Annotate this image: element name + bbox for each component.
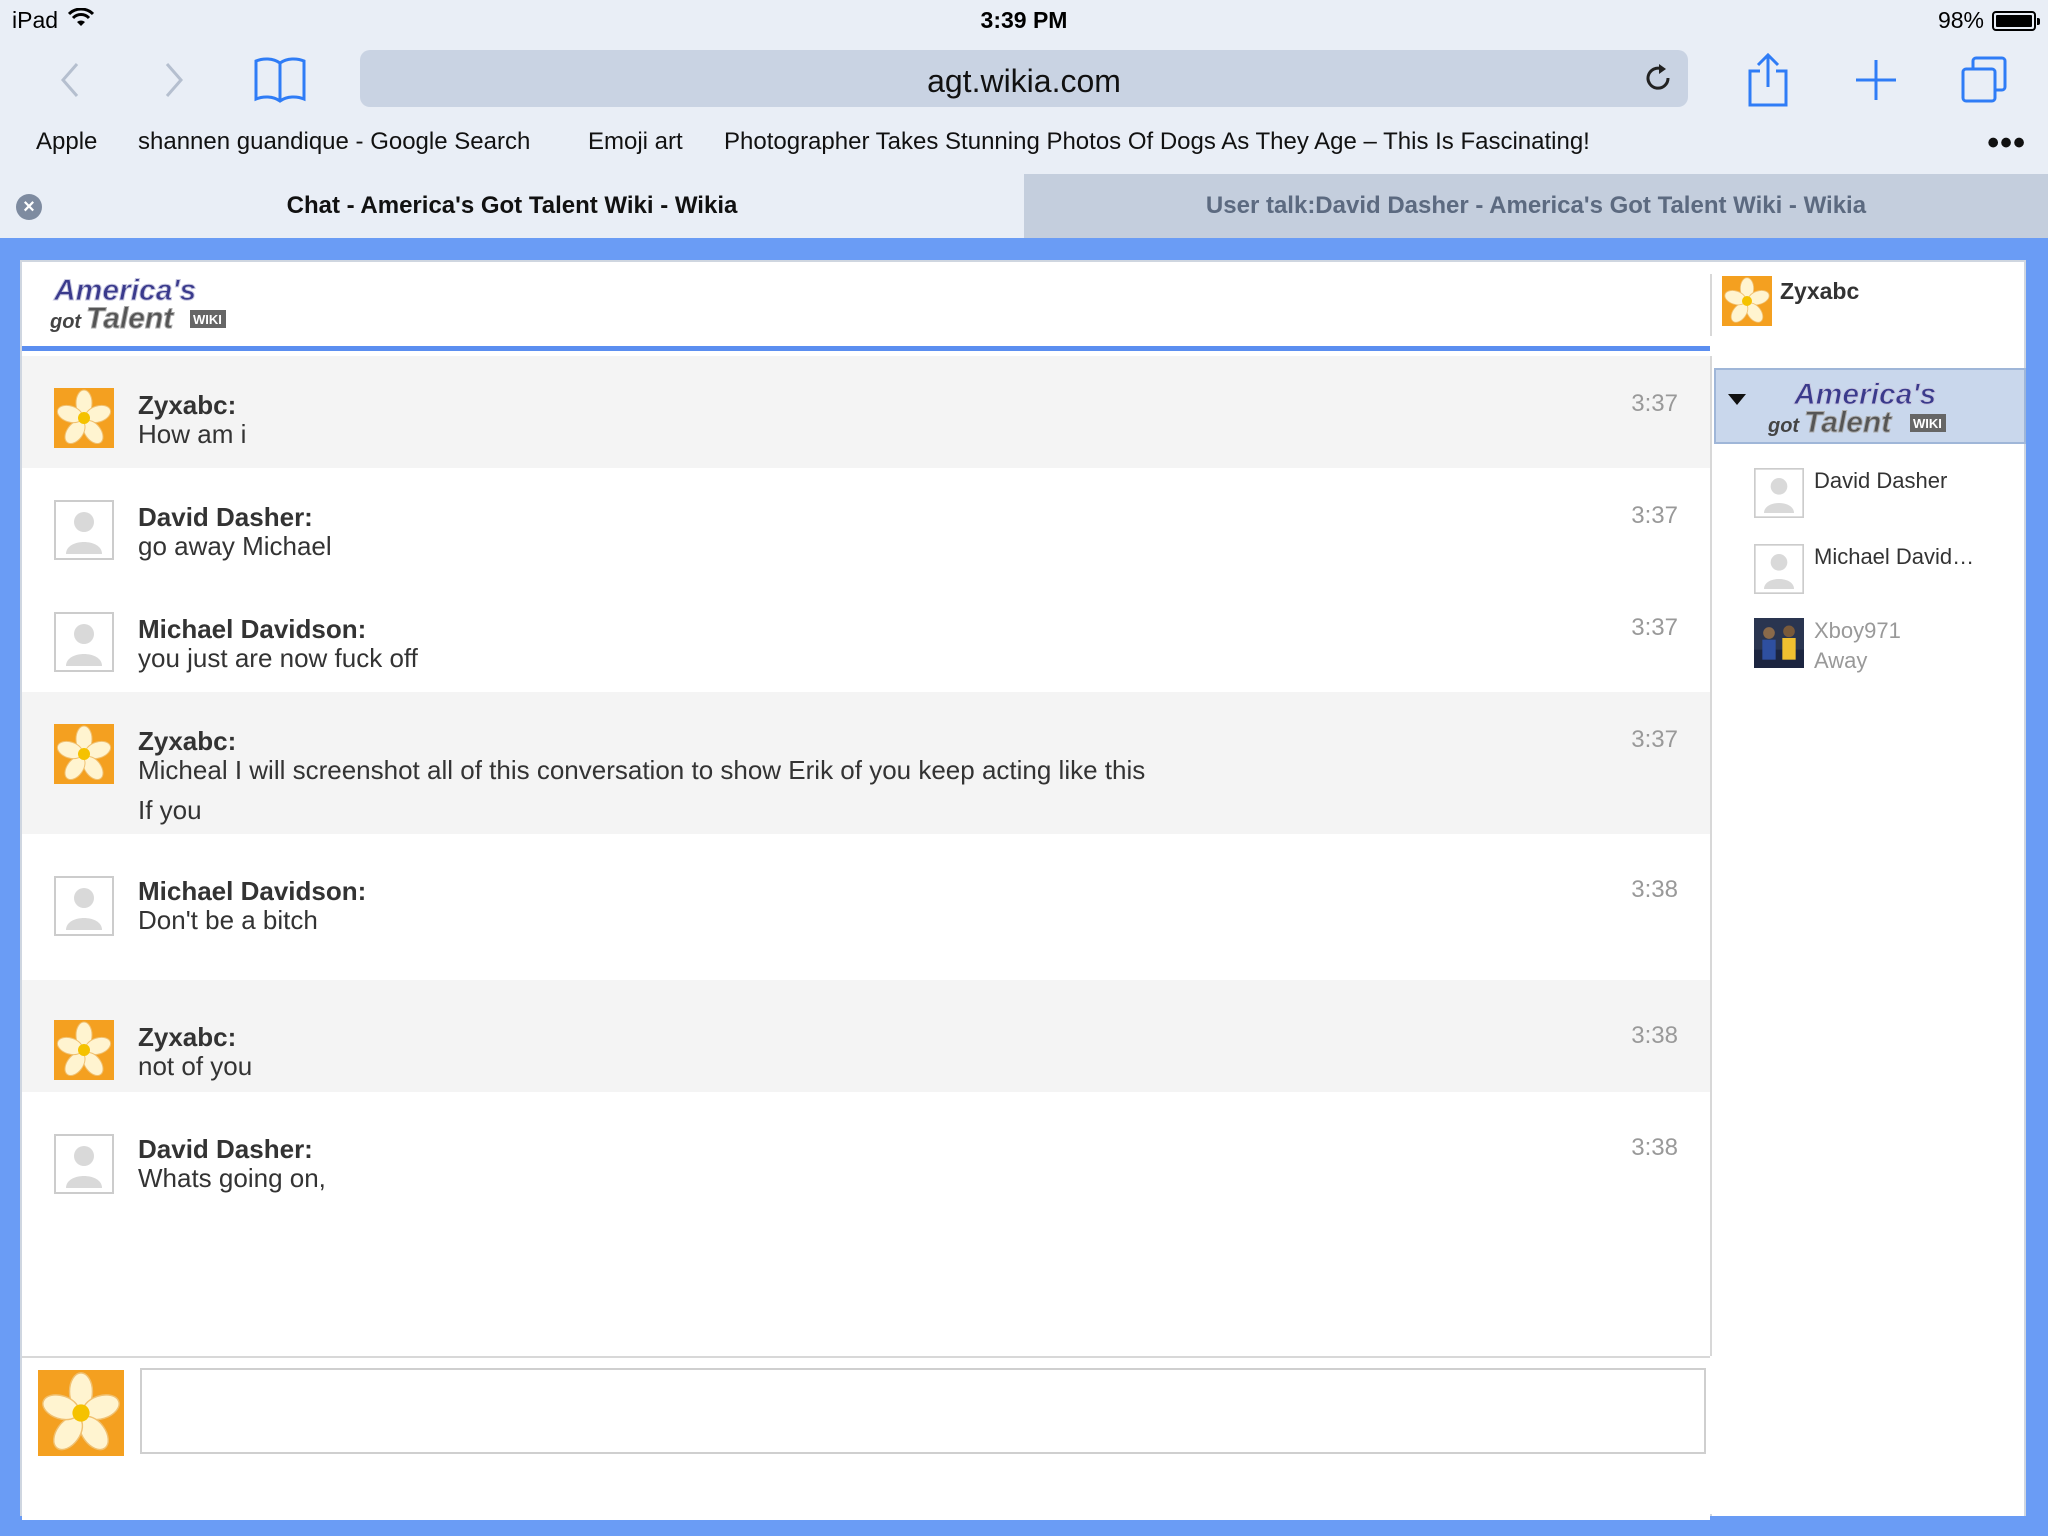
battery-percent: 98%	[1937, 7, 1984, 33]
room-header[interactable]: America's got Talent WIKI	[1714, 368, 2026, 444]
plus-icon	[1856, 60, 1896, 100]
message-text: Whats going on,	[138, 1163, 326, 1193]
chat-message: Zyxabc: How am i 3:37	[22, 356, 1710, 468]
message-time: 3:38	[1631, 876, 1678, 903]
bookmarks-bar: Apple shannen guandique - Google Search …	[0, 124, 2048, 168]
share-button[interactable]	[1738, 50, 1798, 110]
message-time: 3:37	[1631, 390, 1678, 417]
header-divider	[1710, 274, 1712, 336]
message-time: 3:37	[1631, 614, 1678, 641]
flower-avatar-icon	[38, 1370, 124, 1456]
book-icon	[254, 57, 306, 103]
message-composer	[22, 1356, 1710, 1520]
chat-message: Michael Davidson: Don't be a bitch 3:38	[22, 834, 1710, 980]
message-text: Don't be a bitch	[138, 905, 318, 935]
battery-icon	[1992, 10, 2040, 31]
chat-message: David Dasher: Whats going on, 3:38	[22, 1092, 1710, 1212]
chat-message: Michael Davidson: you just are now fuck …	[22, 580, 1710, 692]
new-tab-button[interactable]	[1846, 50, 1906, 110]
chevron-right-icon	[165, 63, 183, 97]
message-text: How am i	[138, 419, 247, 449]
photo-avatar-icon	[1754, 618, 1804, 668]
close-tab-icon[interactable]: ×	[16, 194, 42, 220]
address-bar[interactable]: agt.wikia.com	[360, 50, 1688, 107]
default-avatar-icon[interactable]	[54, 500, 114, 560]
user-name: Michael David…	[1814, 544, 1975, 569]
message-time: 3:37	[1631, 726, 1678, 753]
flower-avatar-icon[interactable]	[54, 724, 114, 784]
default-avatar-icon	[1754, 468, 1804, 518]
bookmark-link[interactable]: Apple	[36, 128, 97, 156]
user-list-item[interactable]: Michael David…	[1754, 544, 2024, 604]
more-icon[interactable]: •••	[1987, 124, 2026, 163]
status-time: 3:39 PM	[980, 7, 1068, 33]
message-time: 3:37	[1631, 502, 1678, 529]
tabs-overview-button[interactable]	[1954, 50, 2014, 110]
message-text: If you	[138, 795, 202, 825]
svg-text:got: got	[50, 311, 82, 333]
message-text: you just are now fuck off	[138, 643, 418, 673]
wiki-logo[interactable]: America's got Talent WIKI	[50, 272, 230, 334]
default-avatar-icon	[1754, 544, 1804, 594]
tab-user-talk[interactable]: User talk:David Dasher - America's Got T…	[1024, 174, 2048, 238]
flower-avatar-icon[interactable]	[54, 1020, 114, 1080]
user-name: David Dasher	[1814, 468, 1948, 493]
chat-window: America's got Talent WIKI Zyxabc Zyxabc:…	[20, 260, 2026, 1520]
current-user-name: Zyxabc	[1780, 278, 1860, 304]
reload-button[interactable]	[1642, 62, 1674, 99]
current-user[interactable]: Zyxabc	[1722, 276, 1859, 330]
user-list-item[interactable]: David Dasher	[1754, 468, 2024, 528]
page-content: America's got Talent WIKI Zyxabc Zyxabc:…	[0, 238, 2048, 1536]
url-text: agt.wikia.com	[927, 63, 1121, 99]
message-text: Micheal I will screenshot all of this co…	[138, 755, 1146, 785]
svg-text:WIKI: WIKI	[193, 312, 222, 327]
chat-message: Zyxabc: not of you 3:38	[22, 980, 1710, 1092]
forward-button[interactable]	[144, 50, 204, 110]
user-status: Away	[1814, 648, 1868, 673]
message-text: go away Michael	[138, 531, 332, 561]
chat-message: David Dasher: go away Michael 3:37	[22, 468, 1710, 580]
reload-icon	[1646, 64, 1670, 90]
bookmark-link[interactable]: Photographer Takes Stunning Photos Of Do…	[724, 128, 1590, 156]
status-bar: iPad 3:39 PM 98%	[0, 0, 2048, 40]
tab-bar: × Chat - America's Got Talent Wiki - Wik…	[0, 174, 2048, 238]
user-name: Xboy971	[1814, 618, 1901, 643]
chat-message: Zyxabc: Micheal I will screenshot all of…	[22, 692, 1710, 834]
collapse-caret-icon[interactable]	[1728, 394, 1746, 405]
default-avatar-icon[interactable]	[54, 1134, 114, 1194]
message-time: 3:38	[1631, 1134, 1678, 1161]
flower-avatar-icon	[1722, 276, 1772, 326]
tabs-icon	[1961, 56, 2007, 103]
tab-chat[interactable]: × Chat - America's Got Talent Wiki - Wik…	[0, 174, 1024, 238]
bookmark-link[interactable]: Emoji art	[588, 128, 683, 156]
browser-toolbar: agt.wikia.com	[0, 40, 2048, 120]
flower-avatar-icon[interactable]	[54, 388, 114, 448]
svg-text:Talent: Talent	[86, 302, 175, 334]
share-icon	[1748, 53, 1788, 107]
message-text: not of you	[138, 1051, 253, 1081]
tab-label: Chat - America's Got Talent Wiki - Wikia	[286, 192, 738, 219]
chat-header: America's got Talent WIKI Zyxabc	[22, 262, 1859, 351]
bookmark-link[interactable]: shannen guandique - Google Search	[138, 128, 530, 156]
svg-text:Talent: Talent	[1804, 406, 1893, 438]
chevron-left-icon	[61, 63, 79, 97]
wiki-logo: America's got Talent WIKI	[1767, 378, 1946, 438]
default-avatar-icon[interactable]	[54, 876, 114, 936]
user-list-sidebar: America's got Talent WIKI David Dasher M…	[1712, 356, 2026, 1516]
message-input[interactable]	[140, 1368, 1706, 1454]
svg-text:got: got	[1767, 415, 1800, 437]
tab-label: User talk:David Dasher - America's Got T…	[1205, 192, 1867, 219]
back-button[interactable]	[40, 50, 100, 110]
message-list: Zyxabc: How am i 3:37 David Dasher: go a…	[22, 356, 1712, 1356]
svg-text:WIKI: WIKI	[1913, 416, 1942, 431]
message-time: 3:38	[1631, 1022, 1678, 1049]
bookmarks-button[interactable]	[250, 50, 310, 110]
default-avatar-icon[interactable]	[54, 612, 114, 672]
user-list-item[interactable]: Xboy971 Away	[1754, 618, 2024, 678]
